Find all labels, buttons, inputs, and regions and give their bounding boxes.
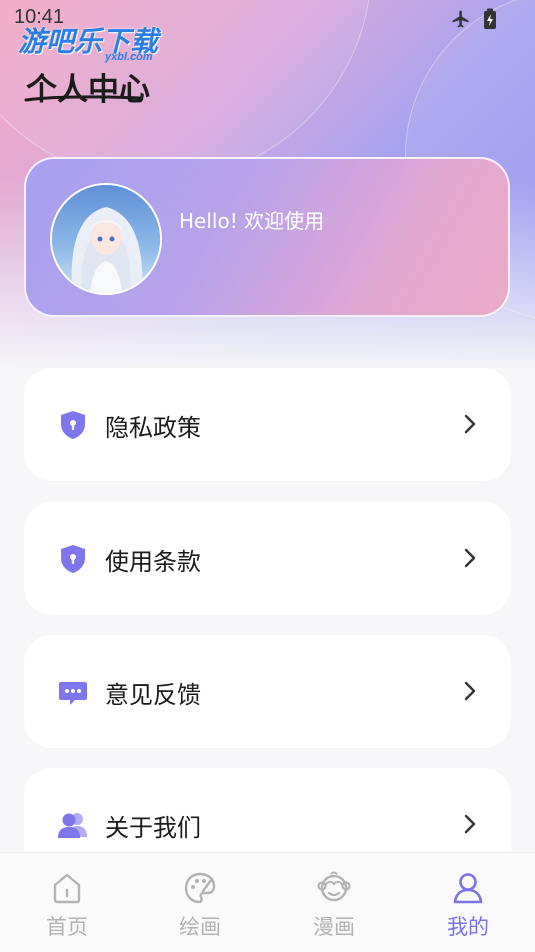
battery-charging-icon xyxy=(484,8,496,29)
profile-card[interactable]: Hello! 欢迎使用 xyxy=(24,157,510,317)
chevron-right-icon xyxy=(464,414,476,434)
menu-item-terms-of-use[interactable]: 使用条款 xyxy=(24,502,511,615)
avatar[interactable] xyxy=(50,183,162,295)
tab-label: 首页 xyxy=(46,915,88,939)
tab-home[interactable]: 首页 xyxy=(0,853,134,952)
greeting-text: Hello! 欢迎使用 xyxy=(179,209,325,233)
chevron-right-icon xyxy=(464,548,476,568)
chevron-right-icon xyxy=(464,681,476,701)
watermark-sub: yxbl.com xyxy=(105,51,153,63)
menu-item-label: 意见反馈 xyxy=(105,681,201,709)
menu-item-label: 隐私政策 xyxy=(105,414,201,442)
shield-icon xyxy=(61,545,85,573)
airplane-icon xyxy=(452,10,469,28)
tab-label: 漫画 xyxy=(313,915,355,939)
tab-comics[interactable]: 漫画 xyxy=(267,853,401,952)
menu-item-label: 使用条款 xyxy=(105,548,201,576)
users-icon xyxy=(58,813,87,838)
title-underline xyxy=(24,95,142,102)
tab-label: 我的 xyxy=(447,915,489,939)
chat-bubble-icon xyxy=(59,682,87,705)
anime-girl-avatar xyxy=(52,185,160,293)
user-icon xyxy=(453,873,483,904)
home-icon xyxy=(53,873,81,904)
chevron-right-icon xyxy=(464,814,476,834)
palette-icon xyxy=(184,872,216,904)
shield-icon xyxy=(61,411,85,439)
bottom-tab-bar: 首页 绘画 漫画 我的 xyxy=(0,852,535,952)
menu-item-privacy-policy[interactable]: 隐私政策 xyxy=(24,368,511,481)
tab-mine[interactable]: 我的 xyxy=(401,853,535,952)
tab-label: 绘画 xyxy=(179,915,221,939)
monkey-icon xyxy=(317,871,351,902)
menu-item-label: 关于我们 xyxy=(105,814,201,842)
menu-item-feedback[interactable]: 意见反馈 xyxy=(24,635,511,748)
tab-drawing[interactable]: 绘画 xyxy=(133,853,267,952)
